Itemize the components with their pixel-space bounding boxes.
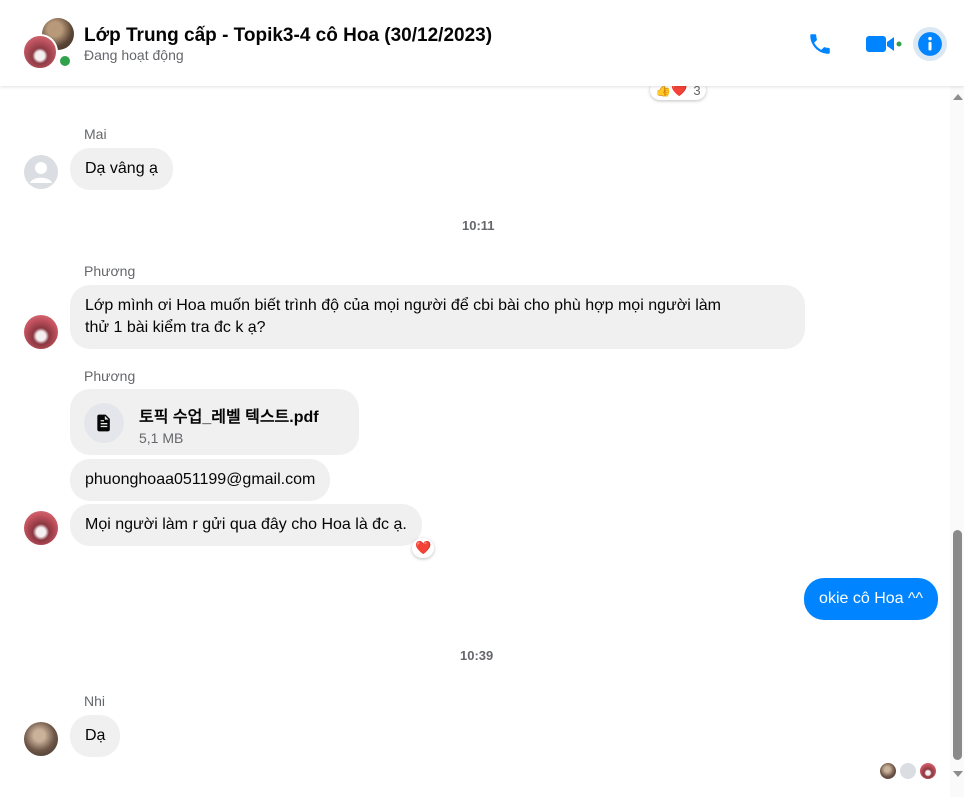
chat-title[interactable]: Lớp Trung cấp - Topik3-4 cô Hoa (30/12/2… — [84, 25, 492, 47]
message-list: 👍❤️ 3 Mai Dạ vâng ạ 10:11 Phương Lớp mìn… — [0, 80, 950, 797]
my-message-bubble[interactable]: okie cô Hoa ^^ — [804, 578, 938, 620]
scroll-up-arrow-icon[interactable] — [953, 94, 963, 100]
scrollbar[interactable] — [950, 86, 964, 797]
chat-header: Lớp Trung cấp - Topik3-4 cô Hoa (30/12/2… — [0, 0, 964, 86]
conversation-info-button[interactable] — [912, 26, 948, 62]
avatar[interactable] — [24, 315, 58, 349]
sender-name: Nhi — [84, 693, 106, 709]
file-size: 5,1 MB — [139, 430, 184, 446]
timestamp-divider: 10:11 — [462, 218, 495, 233]
info-icon — [918, 32, 942, 56]
audio-call-button[interactable] — [802, 26, 838, 62]
sender-name: Phương — [84, 263, 136, 279]
phone-icon — [810, 34, 830, 54]
group-avatar[interactable] — [22, 18, 76, 72]
message-line: thử 1 bài kiểm tra đc k ạ? — [85, 319, 266, 336]
avatar[interactable] — [24, 722, 58, 756]
message-bubble-email[interactable]: phuonghoaa051199@gmail.com — [70, 459, 331, 501]
message-bubble[interactable]: Lớp mình ơi Hoa muốn biết trình độ của m… — [70, 285, 805, 349]
message-line: Lớp mình ơi Hoa muốn biết trình độ của m… — [85, 297, 721, 314]
heart-reaction-icon: ❤️ — [415, 540, 432, 555]
avatar[interactable] — [24, 155, 58, 189]
group-avatar-member-front — [22, 34, 58, 70]
default-user-icon — [30, 162, 52, 183]
sender-name: Mai — [84, 126, 107, 142]
timestamp-divider: 10:39 — [460, 648, 494, 663]
messenger-chat-window: Lớp Trung cấp - Topik3-4 cô Hoa (30/12/2… — [0, 0, 964, 797]
file-attachment[interactable]: 토픽 수업_레벨 텍스트.pdf 5,1 MB — [70, 389, 359, 455]
message-bubble[interactable]: Mọi người làm r gửi qua đây cho Hoa là đ… — [70, 504, 422, 546]
seen-by-avatars[interactable] — [879, 762, 939, 780]
message-bubble[interactable]: Dạ vâng ạ — [70, 148, 173, 190]
seen-avatar — [899, 762, 917, 780]
seen-avatar — [879, 762, 897, 780]
avatar[interactable] — [24, 511, 58, 545]
sender-name: Phương — [84, 368, 136, 384]
online-status-dot — [58, 54, 72, 68]
video-icon — [866, 36, 902, 52]
seen-avatar — [919, 762, 937, 780]
active-status-text: Đang hoạt động — [84, 47, 184, 63]
message-bubble[interactable]: Dạ — [70, 715, 121, 757]
file-name: 토픽 수업_레벨 텍스트.pdf — [139, 409, 319, 426]
message-reaction[interactable]: ❤️ — [412, 538, 435, 558]
scroll-thumb[interactable] — [953, 530, 962, 760]
video-call-button[interactable] — [862, 26, 906, 62]
scroll-down-arrow-icon[interactable] — [953, 771, 963, 777]
document-icon — [97, 414, 110, 432]
